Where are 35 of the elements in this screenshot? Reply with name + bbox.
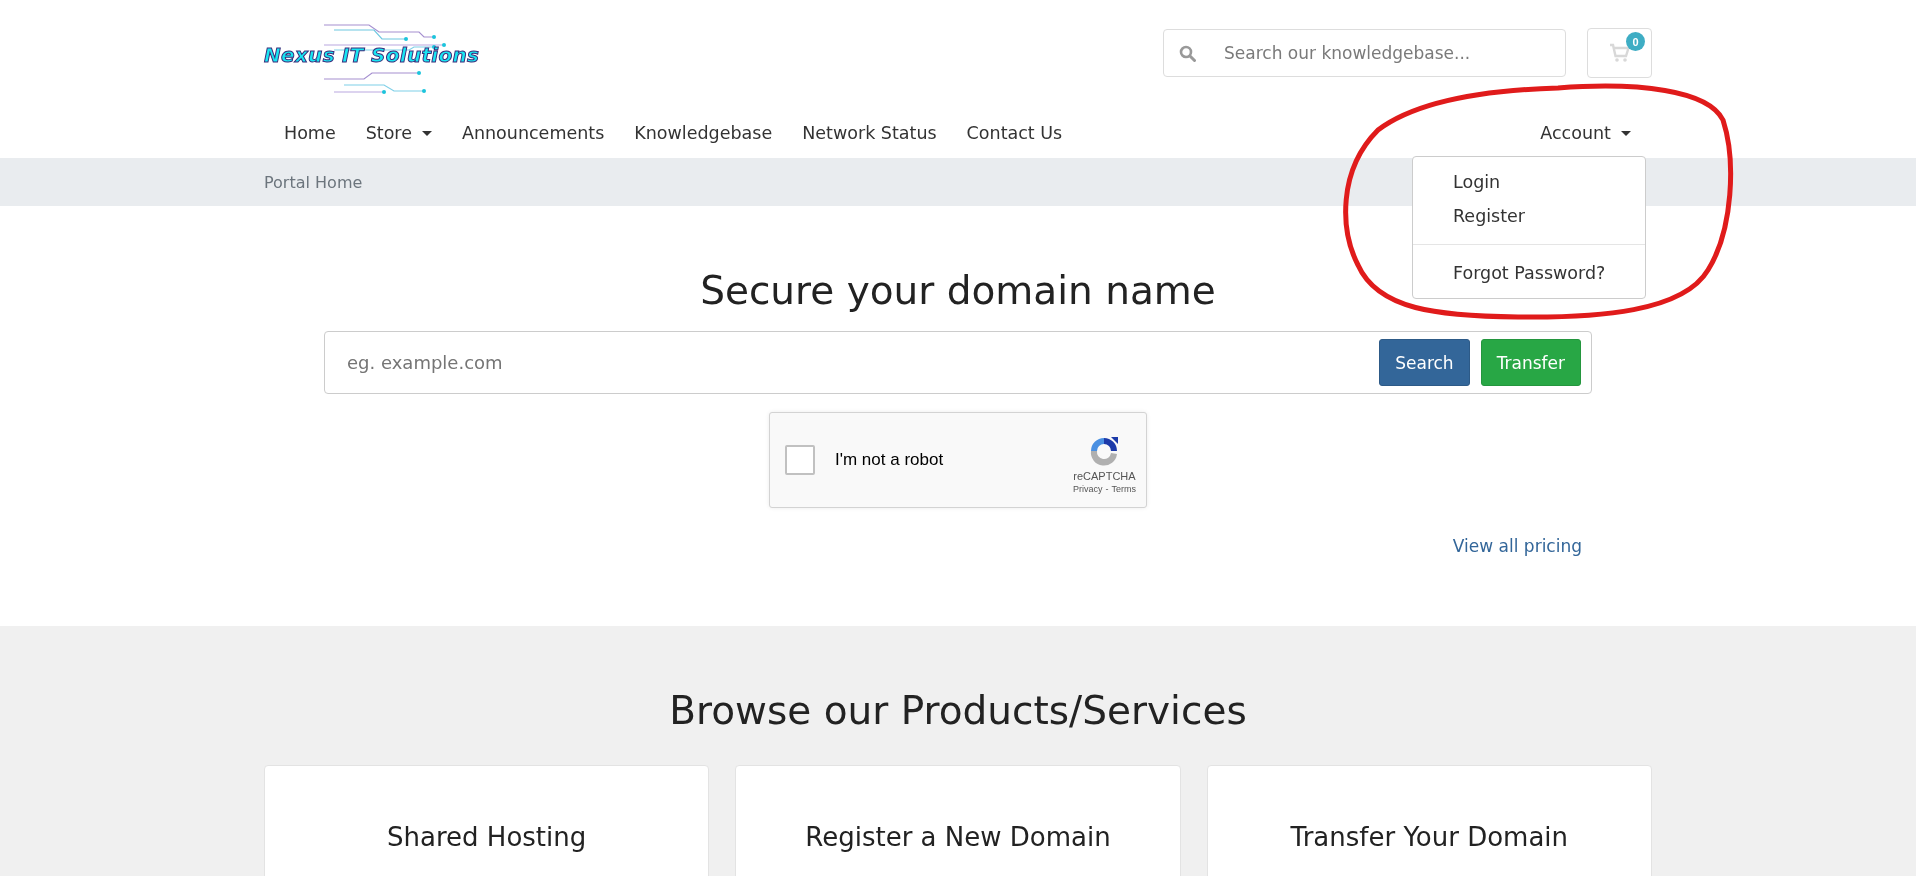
nav-link[interactable]: Store — [350, 115, 447, 151]
section-heading: Browse our Products/Services — [668, 688, 1248, 733]
privacy-link[interactable]: Privacy — [1073, 484, 1103, 494]
account-menu[interactable]: Account — [1525, 115, 1646, 151]
terms-link[interactable]: Terms — [1111, 484, 1136, 494]
domain-input-field[interactable]: eg. example.com — [347, 352, 1369, 373]
dropdown-item[interactable]: Login — [1413, 165, 1645, 199]
checkbox[interactable] — [785, 445, 815, 475]
dropdown-item[interactable]: Register — [1413, 199, 1645, 233]
checkbox-label: I'm not a robot — [835, 450, 945, 470]
card-title: Shared Hosting — [387, 822, 587, 854]
product-card[interactable]: Transfer Your Domain — [1206, 765, 1652, 876]
dropdown-item[interactable]: Forgot Password? — [1413, 256, 1645, 290]
search-field[interactable]: Search our knowledgebase... — [1163, 29, 1566, 77]
cart-icon — [1608, 43, 1631, 63]
breadcrumb-link[interactable]: Portal Home — [264, 172, 363, 192]
nav-link[interactable]: Knowledgebase — [619, 115, 788, 151]
domain-search-field[interactable]: eg. example.com Search Transfer — [324, 331, 1592, 394]
card-title: Transfer Your Domain — [1290, 822, 1569, 854]
product-card[interactable]: Shared Hosting — [264, 765, 710, 876]
search-button[interactable]: Search — [1379, 339, 1470, 386]
caret-icon — [1621, 130, 1631, 136]
nav-link[interactable]: Home — [264, 115, 351, 151]
nav-link[interactable]: Announcements — [446, 115, 620, 151]
search-icon — [1179, 44, 1196, 62]
section-heading: Secure your domain name — [700, 268, 1216, 313]
captcha-brand: reCAPTCHA — [1073, 470, 1136, 482]
card-title: Register a New Domain — [805, 822, 1111, 854]
cart-count-badge: 0 — [1626, 32, 1645, 51]
nav-link[interactable]: Network Status — [787, 115, 952, 151]
product-card[interactable]: Register a New Domain — [735, 765, 1181, 876]
search-input[interactable]: Search our knowledgebase... — [1224, 43, 1565, 63]
view-pricing-link[interactable]: View all pricing — [1452, 536, 1582, 556]
separator: - — [1105, 484, 1109, 494]
nav-link[interactable]: Contact Us — [951, 115, 1078, 151]
